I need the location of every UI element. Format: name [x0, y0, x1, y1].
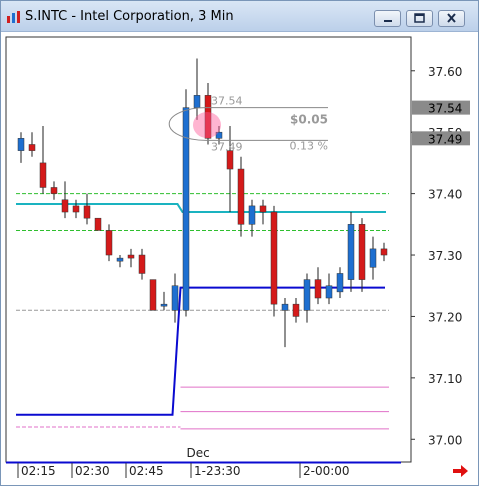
minimize-button[interactable]	[374, 10, 401, 27]
candle-body	[292, 303, 300, 317]
candle-body	[39, 162, 47, 188]
candle-body	[127, 254, 135, 259]
candle-body	[72, 205, 80, 213]
candle-body	[61, 199, 69, 213]
candle-body	[116, 257, 124, 262]
candle-body	[50, 187, 58, 194]
candle-body	[160, 303, 168, 307]
candle-body	[83, 205, 91, 219]
y-tick-label: 37.20	[428, 310, 462, 324]
candle-body	[237, 168, 245, 225]
measure-low-label: 37.49	[211, 140, 243, 153]
x-tick-label: 02:15	[21, 464, 56, 478]
selection-highlight	[193, 112, 221, 138]
price-marker-label: 37.49	[428, 132, 462, 146]
candle-body	[281, 303, 289, 311]
candle-body	[193, 95, 201, 108]
price-chart[interactable]: 37.5437.49$0.050.13 % 37.6037.5037.4037.…	[1, 32, 478, 485]
app-icon	[7, 11, 20, 23]
candle-body	[314, 279, 322, 299]
candle-body	[171, 285, 179, 311]
candle-body	[358, 224, 366, 280]
price-marker-label: 37.54	[428, 102, 462, 116]
candle-body	[248, 205, 256, 225]
candle-body	[28, 144, 36, 151]
candle-body	[149, 279, 157, 311]
title-bar[interactable]: S.INTC - Intel Corporation, 3 Min	[1, 1, 478, 32]
candle-body	[94, 217, 102, 231]
x-tick-label: 02:30	[75, 464, 110, 478]
maximize-icon	[414, 13, 425, 23]
candle-body	[369, 248, 377, 268]
candle-body	[270, 211, 278, 305]
y-tick-label: 37.00	[428, 433, 462, 447]
y-tick-label: 37.30	[428, 249, 462, 263]
y-tick-label: 37.10	[428, 372, 462, 386]
x-tick-label: 2-00:00	[303, 464, 350, 478]
y-tick-label: 37.40	[428, 188, 462, 202]
maximize-button[interactable]	[406, 10, 433, 27]
minimize-icon	[384, 20, 392, 22]
candle-body	[347, 224, 355, 280]
candle-body	[380, 248, 388, 256]
candle-body	[138, 254, 146, 274]
x-tick-label: 1-23:30	[194, 464, 241, 478]
candle-body	[336, 273, 344, 293]
x-tick-label: 02:45	[129, 464, 164, 478]
y-tick-label: 37.60	[428, 65, 462, 79]
window-title: S.INTC - Intel Corporation, 3 Min	[25, 9, 234, 24]
measure-change: $0.05	[290, 113, 328, 127]
close-button[interactable]	[438, 10, 465, 27]
candle-body	[325, 285, 333, 299]
measure-high-label: 37.54	[211, 95, 243, 108]
date-label: Dec	[187, 446, 210, 460]
candle-body	[105, 230, 113, 256]
close-icon	[447, 13, 456, 23]
candle-body	[226, 150, 234, 170]
measure-change-percent: 0.13 %	[290, 139, 328, 152]
candle-body	[17, 138, 25, 151]
chart-window: S.INTC - Intel Corporation, 3 Min 37.54 3…	[0, 0, 479, 486]
candle-body	[259, 205, 267, 213]
candle-body	[303, 279, 311, 311]
